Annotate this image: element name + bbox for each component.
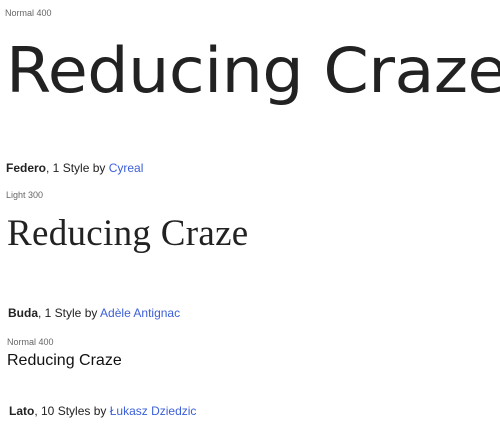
style-label: Normal 400 [7,337,54,347]
font-styles: , 10 Styles by [34,404,110,418]
font-styles: , 1 Style by [38,306,101,320]
author-link[interactable]: Adèle Antignac [100,306,180,320]
style-label: Light 300 [6,190,44,200]
style-label: Normal 400 [5,8,52,18]
font-name[interactable]: Lato [9,404,34,418]
font-styles: , 1 Style by [46,161,109,175]
font-sample: Reducing Craze [7,352,122,369]
font-meta: Lato, 10 Styles by Łukasz Dziedzic [9,404,196,418]
author-link[interactable]: Łukasz Dziedzic [110,404,197,418]
author-link[interactable]: Cyreal [109,161,144,175]
font-name[interactable]: Buda [8,306,38,320]
font-name[interactable]: Federo [6,161,46,175]
font-meta: Buda, 1 Style by Adèle Antignac [8,306,180,320]
font-meta: Federo, 1 Style by Cyreal [6,161,143,175]
font-sample: Reducing Craze [7,213,249,254]
font-sample: Reducing Craze [6,34,500,107]
